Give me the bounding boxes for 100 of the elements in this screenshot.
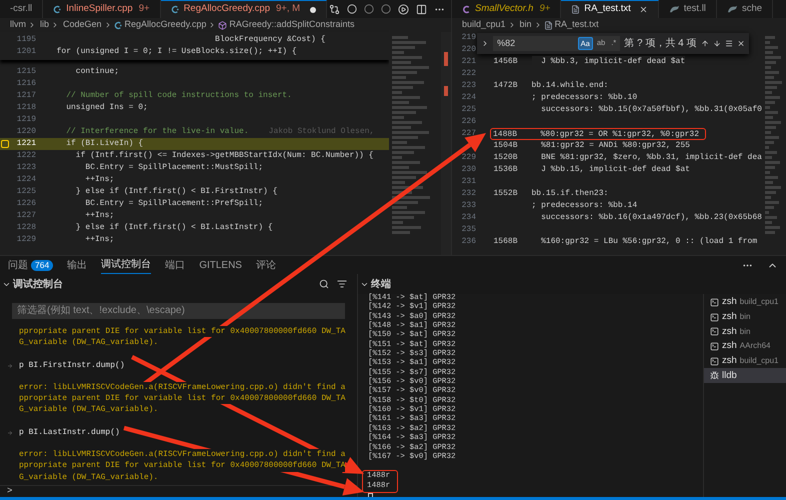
breadcrumb-item[interactable]: RegAllocGreedy.cpp [124, 18, 206, 32]
expand-icon[interactable] [481, 39, 490, 48]
line-number: 220 [462, 45, 476, 54]
byte-offset: 1536B [494, 165, 518, 174]
next-match-icon[interactable] [712, 39, 721, 48]
breadcrumb-item[interactable]: CodeGen [63, 18, 102, 32]
code-line: unsigned Ins = 0; [65, 102, 148, 114]
error-message: G_variable (DW_TAG_variable). [19, 472, 158, 483]
line-number: 231 [462, 177, 476, 186]
breadcrumb-item[interactable]: lib [40, 18, 50, 32]
line-number: 1221 [16, 138, 36, 150]
terminal-session[interactable]: zsh build_cpu1 [704, 354, 786, 368]
editor-tab[interactable]: RA_test.txt [561, 0, 659, 18]
bug-icon [710, 371, 719, 380]
error-message: G_variable (DW_TAG_variable). [19, 404, 158, 416]
error-message: error: libLLVMRISCVCodeGen.a(RISCVFrameLowering.cpp.o) didn't find a [19, 449, 346, 460]
search-icon[interactable] [319, 279, 329, 289]
byte-offset: 1520B [494, 153, 518, 162]
terminal-icon [710, 356, 719, 366]
file-type-icon [53, 4, 62, 14]
line-number: 219 [462, 33, 476, 42]
line-number: 1223 [16, 162, 36, 174]
breadcrumb-item[interactable]: llvm [10, 18, 26, 32]
breadcrumb-item[interactable]: bin [520, 18, 532, 32]
section-title: 调试控制台 [13, 278, 63, 292]
code-line: if (Intf.first() <= Indexes->getMBBStartIdx(Num: BC.Number)) { [74, 150, 374, 162]
terminal-session[interactable]: zsh bin [704, 324, 786, 340]
console-prompt[interactable]: > [7, 484, 12, 498]
line-number: 235 [462, 225, 476, 234]
breadcrumb-separator-icon [28, 21, 36, 29]
line-number: 1225 [16, 186, 36, 198]
input-arrow-icon [6, 430, 12, 436]
file-type-icon [668, 4, 680, 14]
terminal-session[interactable]: zsh AArch64 [704, 339, 786, 354]
split-editor-icon[interactable] [416, 4, 427, 14]
method-icon [218, 20, 228, 30]
code-line: for (unsigned I = 0; I != UseBlocks.size(); ++I) { [56, 46, 297, 58]
error-message: G_variable (DW_TAG_variable). [19, 337, 158, 349]
error-message: ppropriate parent DIE for variable list for 0x40007800000fd660 DW_TA [19, 326, 346, 338]
line-number: 221 [462, 57, 476, 66]
line-number: 1222 [16, 150, 36, 162]
panel-tab[interactable]: 评论 [256, 256, 276, 274]
terminal-session[interactable]: zsh bin [704, 310, 786, 324]
byte-offset: 1488B [493, 130, 518, 139]
line-number: 1201 [16, 46, 36, 58]
breadcrumb-item[interactable]: RA_test.txt [554, 18, 599, 32]
line-number: 233 [462, 201, 476, 210]
file-type-icon [170, 5, 180, 14]
list-icon[interactable] [337, 279, 347, 289]
breadcrumb-item[interactable]: build_cpu1 [462, 18, 506, 32]
terminal-icon [710, 312, 719, 322]
code-line: continue; [74, 66, 120, 78]
code-line: ++Ins; [84, 234, 114, 246]
code-line: BlockFrequency &Cost) { [214, 34, 326, 46]
close-icon[interactable] [736, 39, 745, 48]
line-number: 1219 [16, 114, 36, 126]
panel-tab[interactable]: GITLENS [199, 256, 242, 274]
code-line: if (BI.LiveIn) { [65, 138, 144, 150]
compare-icon[interactable] [329, 4, 340, 14]
line-number: 1224 [16, 174, 36, 186]
file-type-icon [462, 4, 471, 14]
line-number: 229 [462, 153, 476, 162]
line-number: 1227 [16, 210, 36, 222]
terminal-session[interactable]: lldb [704, 368, 786, 384]
byte-offset: 1568B [494, 237, 518, 246]
panel-tab[interactable]: 调试控制台 [101, 256, 152, 274]
terminal-icon [710, 342, 719, 351]
section-title: 终端 [371, 278, 391, 292]
error-message: ppropriate parent DIE for variable list for 0x40007800000fd660 DW_TA [19, 393, 346, 404]
line-number: 1217 [16, 90, 36, 102]
previous-match-icon[interactable] [700, 39, 709, 48]
breadcrumb-item[interactable]: RAGreedy::addSplitConstraints [229, 18, 354, 32]
terminal-session[interactable]: zsh build_cpu1 [704, 295, 786, 310]
file-type-icon [114, 20, 123, 30]
line-number: 234 [462, 213, 476, 222]
line-number: 1215 [16, 66, 36, 78]
run-icon[interactable] [398, 4, 409, 14]
editor-tab[interactable]: RegAllocGreedy.cpp 9+, M [160, 0, 328, 18]
blame-annotation: Jakob Stoklund Olesen, [268, 126, 374, 138]
count-badge: 764 [31, 260, 54, 270]
close-icon[interactable] [638, 5, 648, 14]
file-type-icon [571, 5, 580, 14]
console-command: p BI.LastInstr.dump() [19, 426, 120, 438]
line-number: 222 [462, 69, 476, 78]
code-line: ++Ins; [84, 174, 114, 186]
line-number: 223 [462, 81, 476, 90]
line-number: 1218 [16, 102, 36, 114]
terminal-icon [710, 327, 719, 336]
panel-tab[interactable]: 问题 764 [8, 256, 54, 274]
filter-input[interactable]: 筛选器(例如 text、!exclude、\escape) [12, 302, 345, 318]
panel-tab[interactable]: 输出 [67, 256, 88, 274]
selection-icon[interactable] [724, 39, 733, 48]
line-number: 1220 [16, 126, 36, 138]
panel-tab[interactable]: 端口 [165, 256, 186, 274]
code-line: } else if (Intf.first() < BI.LastInstr) { [74, 222, 273, 234]
scrollbar[interactable] [441, 32, 451, 255]
terminal-icon [710, 298, 719, 307]
code-line: // Number of spill code instructions to insert. [65, 90, 292, 102]
file-type-icon [726, 4, 738, 14]
code-line: } else if (Intf.first() < BI.FirstInstr) { [74, 186, 278, 198]
